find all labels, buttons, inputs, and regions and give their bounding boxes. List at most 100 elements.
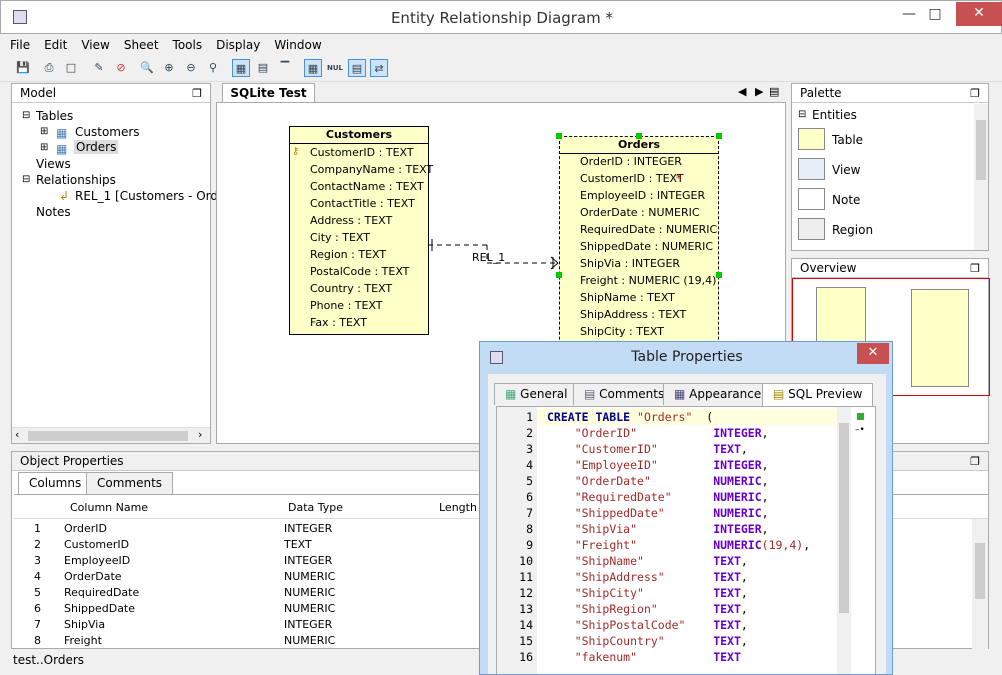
tab-nav-left-icon[interactable]: ◀ [738,85,746,98]
sql-token: "OrderDate" [574,474,651,488]
show-types-icon[interactable]: ▦ [304,59,322,77]
column-header-name[interactable]: Column Name [70,501,148,514]
tree-item-notes[interactable]: Notes [36,205,71,219]
tab-columns[interactable]: Columns [18,472,93,494]
selection-handle[interactable] [556,133,562,139]
relationship-label[interactable]: REL_1 [472,251,505,264]
view-columns-icon[interactable]: ▤ [254,59,272,77]
column-name-cell[interactable]: OrderDate [64,569,122,585]
table-properties-dialog: Table Properties ✕ ▦ General ▤ Comments … [479,341,893,675]
view-mode-icon[interactable]: ▦ [232,59,250,77]
show-relations-icon[interactable]: ⇄ [370,59,388,77]
data-type-cell[interactable]: NUMERIC [284,601,335,617]
expand-icon[interactable]: ⊟ [22,174,30,185]
menu-view[interactable]: View [81,38,109,52]
column-name-cell[interactable]: EmployeeID [64,553,130,569]
zoom-fit-icon[interactable]: 🔍 [138,59,156,77]
scrollbar-thumb[interactable] [976,120,986,180]
sql-token: TEXT [713,570,741,584]
menu-sheet[interactable]: Sheet [124,38,159,52]
print-icon[interactable]: ⎙ [40,59,58,77]
vertical-scrollbar[interactable] [974,104,988,250]
palette-item-region[interactable]: Region [832,223,873,237]
menu-tools[interactable]: Tools [173,38,203,52]
restore-icon[interactable]: ❐ [970,85,980,103]
menu-window[interactable]: Window [274,38,321,52]
selection-handle[interactable] [716,272,722,278]
tree-item-views[interactable]: Views [36,157,71,171]
scrollbar-thumb[interactable] [28,431,188,441]
tab-comments-dialog[interactable]: ▤ Comments [573,383,676,405]
zoom-out-icon[interactable]: ⊖ [182,59,200,77]
horizontal-scrollbar[interactable]: ‹ › [12,427,210,443]
line-number: 7 [526,506,533,520]
palette-item-table[interactable]: Table [832,133,863,147]
selection-handle[interactable] [636,133,642,139]
column-name-cell[interactable]: Freight [64,633,102,649]
restore-icon[interactable]: ❐ [970,260,980,278]
expand-icon[interactable]: ⊞ [40,126,48,137]
customers-entity[interactable]: Customers ⚷ CustomerID : TEXT CompanyName… [289,126,433,335]
data-type-cell[interactable]: INTEGER [284,553,332,569]
palette-item-note[interactable]: Note [832,193,860,207]
tree-item-relationships[interactable]: Relationships [36,173,116,187]
page-setup-icon[interactable]: □ [62,59,80,77]
expand-icon[interactable]: ⊞ [40,142,48,153]
zoom-in-icon[interactable]: ⊕ [160,59,178,77]
tree-item-orders[interactable]: Orders [74,140,119,154]
zoom-icon[interactable]: ⚲ [204,59,222,77]
column-name-cell[interactable]: OrderID [64,521,107,537]
tab-appearance[interactable]: ▦ Appearance [663,383,773,405]
scrollbar-thumb[interactable] [839,423,849,613]
view-header-icon[interactable]: ▔ [276,59,294,77]
column-name-cell[interactable]: RequiredDate [64,585,139,601]
tab-general[interactable]: ▦ General [494,383,579,405]
column-name-cell[interactable]: CustomerID [64,537,129,553]
dialog-close-button[interactable]: ✕ [857,343,889,364]
relationship-icon: ↲ [59,189,70,203]
tab-list-icon[interactable]: ▤ [769,85,779,98]
data-type-cell[interactable]: INTEGER [284,521,332,537]
show-null-icon[interactable]: NUL [326,59,344,77]
vertical-scrollbar[interactable] [837,407,851,674]
menu-edit[interactable]: Edit [44,38,67,52]
column-header-length[interactable]: Length [439,501,477,514]
column-header-type[interactable]: Data Type [288,501,343,514]
collapse-icon[interactable]: ⊟ [798,109,806,120]
tab-sql-preview[interactable]: ▤ SQL Preview [762,383,874,407]
data-type-cell[interactable]: NUMERIC [284,633,335,649]
data-type-cell[interactable]: INTEGER [284,617,332,633]
edit-icon[interactable]: ✎ [90,59,108,77]
tab-comments[interactable]: Comments [86,472,174,494]
menu-display[interactable]: Display [216,38,260,52]
restore-icon[interactable]: ❐ [970,453,980,471]
tab-nav-right-icon[interactable]: ▶ [755,85,763,98]
sql-token: ( [692,410,714,424]
maximize-button[interactable]: □ [915,3,955,27]
close-button[interactable]: ✕ [956,2,1002,26]
selection-handle[interactable] [556,272,562,278]
tree-item-customers[interactable]: Customers [75,125,140,139]
data-type-cell[interactable]: TEXT [284,537,312,553]
tree-item-tables[interactable]: Tables [36,109,73,123]
expand-icon[interactable]: ⊟ [22,110,30,121]
save-icon[interactable]: 💾 [14,59,32,77]
data-type-cell[interactable]: NUMERIC [284,585,335,601]
menu-file[interactable]: File [10,38,30,52]
stop-icon[interactable]: ⊘ [112,59,130,77]
selection-handle[interactable] [716,133,722,139]
palette-section-entities[interactable]: Entities [812,108,857,122]
column-name-cell[interactable]: ShipVia [64,617,105,633]
scroll-right-icon[interactable]: › [198,428,202,441]
show-keys-icon[interactable]: ▤ [348,59,366,77]
restore-icon[interactable]: ❐ [192,85,202,103]
scrollbar-thumb[interactable] [975,543,985,599]
sql-editor[interactable]: 1 CREATE TABLE "Orders" (2 "OrderID" INTE… [496,406,876,674]
vertical-scrollbar[interactable] [972,519,988,649]
column-name-cell[interactable]: ShippedDate [64,601,135,617]
diagram-tab[interactable]: SQLite Test DB [222,83,315,119]
palette-item-view[interactable]: View [832,163,860,177]
data-type-cell[interactable]: NUMERIC [284,569,335,585]
scroll-left-icon[interactable]: ‹ [15,428,19,441]
